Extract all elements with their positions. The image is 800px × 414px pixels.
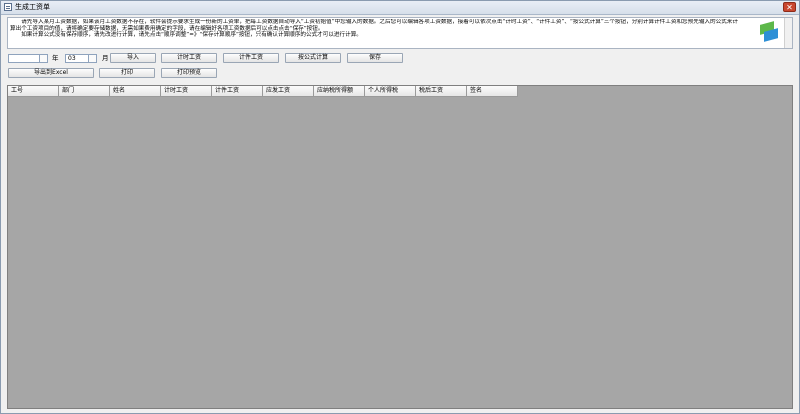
title-bar: 生成工资单 ✕ (1, 1, 799, 15)
column-header[interactable]: 个人所得税 (365, 86, 416, 97)
main-window: 生成工资单 ✕ 请先导入某月工资数据，如果该月工资数据不存在，软件会提示要求生成… (0, 0, 800, 414)
year-input[interactable] (8, 54, 48, 63)
payroll-grid[interactable]: 工号 部门 姓名 计时工资 计件工资 应发工资 应纳税所得额 个人所得税 税后工… (7, 85, 793, 409)
time-wage-button[interactable]: 计时工资 (161, 53, 217, 63)
print-preview-button[interactable]: 打印预览 (161, 68, 217, 78)
instructions-text: 请先导入某月工资数据，如果该月工资数据不存在，软件会提示要求生成一份新的工资单，… (10, 19, 738, 39)
window-title: 生成工资单 (15, 3, 50, 11)
app-logo-icon (756, 20, 786, 46)
column-header[interactable]: 计件工资 (212, 86, 263, 97)
month-input[interactable]: 03 (65, 54, 97, 63)
app-icon (4, 3, 12, 11)
close-button[interactable]: ✕ (783, 2, 796, 12)
column-header[interactable]: 签名 (467, 86, 518, 97)
column-header[interactable]: 应纳税所得额 (314, 86, 365, 97)
instructions-box[interactable]: 请先导入某月工资数据，如果该月工资数据不存在，软件会提示要求生成一份新的工资单，… (7, 17, 793, 49)
formula-calc-button[interactable]: 按公式计算 (285, 53, 341, 63)
month-label: 月 (102, 54, 109, 62)
column-header[interactable]: 计时工资 (161, 86, 212, 97)
column-header[interactable]: 应发工资 (263, 86, 314, 97)
month-value: 03 (68, 55, 76, 62)
instructions-scrollbar[interactable] (784, 18, 792, 48)
column-header[interactable]: 姓名 (110, 86, 161, 97)
import-button[interactable]: 导入 (110, 53, 156, 63)
grid-header: 工号 部门 姓名 计时工资 计件工资 应发工资 应纳税所得额 个人所得税 税后工… (8, 86, 518, 97)
export-excel-button[interactable]: 导出到Excel (8, 68, 94, 78)
piece-wage-button[interactable]: 计件工资 (223, 53, 279, 63)
month-dropdown-button[interactable] (88, 55, 96, 62)
year-dropdown-button[interactable] (39, 55, 47, 62)
print-button[interactable]: 打印 (99, 68, 155, 78)
save-button[interactable]: 保存 (347, 53, 403, 63)
column-header[interactable]: 税后工资 (416, 86, 467, 97)
column-header[interactable]: 工号 (8, 86, 59, 97)
column-header[interactable]: 部门 (59, 86, 110, 97)
year-label: 年 (52, 54, 59, 62)
